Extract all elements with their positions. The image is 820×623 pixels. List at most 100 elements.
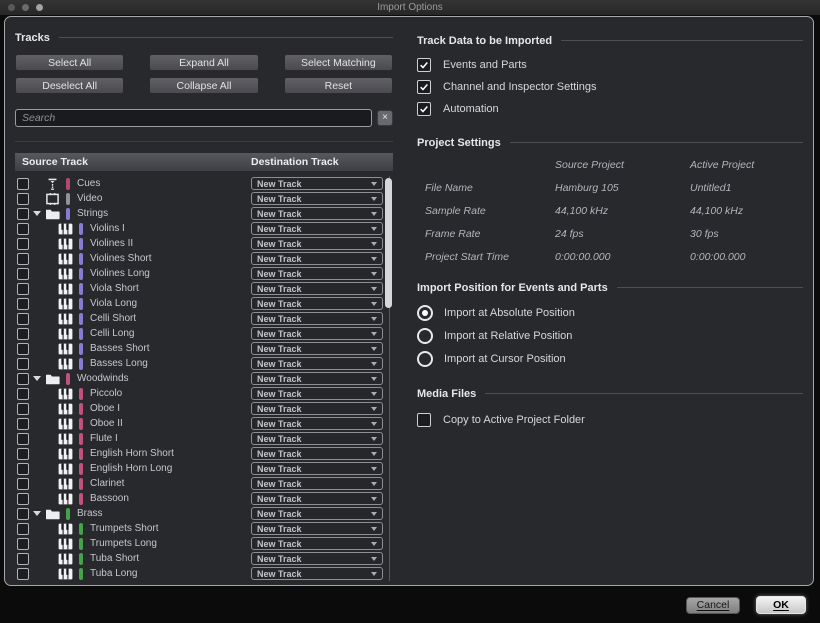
track-row-trumpets-short[interactable]: Trumpets ShortNew Track (15, 521, 393, 536)
track-checkbox[interactable] (17, 178, 29, 190)
destination-track-dropdown[interactable]: New Track (251, 372, 383, 385)
track-checkbox[interactable] (17, 508, 29, 520)
track-checkbox[interactable] (17, 478, 29, 490)
track-row-violines-long[interactable]: Violines LongNew Track (15, 266, 393, 281)
track-row-bassoon[interactable]: BassoonNew Track (15, 491, 393, 506)
select-all-button[interactable]: Select All (15, 54, 124, 71)
destination-track-dropdown[interactable]: New Track (251, 447, 383, 460)
track-checkbox[interactable] (17, 208, 29, 220)
collapse-all-button[interactable]: Collapse All (149, 77, 258, 94)
ok-button[interactable]: OK (756, 596, 806, 614)
window-minimize-button[interactable] (22, 4, 29, 11)
copy-to-active-project-folder-checkbox[interactable] (417, 413, 431, 427)
destination-track-dropdown[interactable]: New Track (251, 417, 383, 430)
track-row-celli-long[interactable]: Celli LongNew Track (15, 326, 393, 341)
track-checkbox[interactable] (17, 523, 29, 535)
automation-checkbox[interactable] (417, 102, 431, 116)
track-checkbox[interactable] (17, 463, 29, 475)
destination-track-dropdown[interactable]: New Track (251, 492, 383, 505)
import-at-relative-position-radio[interactable] (417, 328, 433, 344)
track-row-viola-long[interactable]: Viola LongNew Track (15, 296, 393, 311)
track-checkbox[interactable] (17, 433, 29, 445)
channel-and-inspector-settings-checkbox[interactable] (417, 80, 431, 94)
destination-track-dropdown[interactable]: New Track (251, 342, 383, 355)
window-zoom-button[interactable] (36, 4, 43, 11)
track-row-violins-i[interactable]: Violins INew Track (15, 221, 393, 236)
events-and-parts-checkbox[interactable] (417, 58, 431, 72)
track-row-cues[interactable]: CuesNew Track (15, 176, 393, 191)
track-checkbox[interactable] (17, 373, 29, 385)
destination-track-dropdown[interactable]: New Track (251, 267, 383, 280)
reset-button[interactable]: Reset (284, 77, 393, 94)
chevron-down-icon[interactable] (33, 211, 41, 216)
destination-track-dropdown[interactable]: New Track (251, 387, 383, 400)
import-at-cursor-position-radio[interactable] (417, 351, 433, 367)
track-row-flute-i[interactable]: Flute INew Track (15, 431, 393, 446)
track-row-strings[interactable]: StringsNew Track (15, 206, 393, 221)
track-checkbox[interactable] (17, 223, 29, 235)
track-checkbox[interactable] (17, 313, 29, 325)
track-checkbox[interactable] (17, 493, 29, 505)
cancel-button[interactable]: Cancel (686, 597, 740, 614)
track-row-tuba-long[interactable]: Tuba LongNew Track (15, 566, 393, 581)
track-row-piccolo[interactable]: PiccoloNew Track (15, 386, 393, 401)
track-checkbox[interactable] (17, 283, 29, 295)
track-row-viola-short[interactable]: Viola ShortNew Track (15, 281, 393, 296)
track-row-woodwinds[interactable]: WoodwindsNew Track (15, 371, 393, 386)
destination-track-dropdown[interactable]: New Track (251, 462, 383, 475)
track-checkbox[interactable] (17, 193, 29, 205)
destination-track-dropdown[interactable]: New Track (251, 252, 383, 265)
track-checkbox[interactable] (17, 403, 29, 415)
track-row-oboe-ii[interactable]: Oboe IINew Track (15, 416, 393, 431)
track-checkbox[interactable] (17, 253, 29, 265)
track-checkbox[interactable] (17, 538, 29, 550)
destination-track-dropdown[interactable]: New Track (251, 567, 383, 580)
track-row-tuba-short[interactable]: Tuba ShortNew Track (15, 551, 393, 566)
track-checkbox[interactable] (17, 358, 29, 370)
track-checkbox[interactable] (17, 343, 29, 355)
destination-track-dropdown[interactable]: New Track (251, 402, 383, 415)
select-matching-button[interactable]: Select Matching (284, 54, 393, 71)
track-row-oboe-i[interactable]: Oboe INew Track (15, 401, 393, 416)
track-checkbox[interactable] (17, 238, 29, 250)
deselect-all-button[interactable]: Deselect All (15, 77, 124, 94)
track-row-celli-short[interactable]: Celli ShortNew Track (15, 311, 393, 326)
track-checkbox[interactable] (17, 328, 29, 340)
track-row-basses-long[interactable]: Basses LongNew Track (15, 356, 393, 371)
chevron-down-icon[interactable] (33, 511, 41, 516)
track-checkbox[interactable] (17, 418, 29, 430)
destination-track-dropdown[interactable]: New Track (251, 507, 383, 520)
track-row-english-horn-long[interactable]: English Horn LongNew Track (15, 461, 393, 476)
track-row-video[interactable]: VideoNew Track (15, 191, 393, 206)
destination-track-dropdown[interactable]: New Track (251, 522, 383, 535)
destination-track-dropdown[interactable]: New Track (251, 537, 383, 550)
destination-track-dropdown[interactable]: New Track (251, 312, 383, 325)
destination-track-dropdown[interactable]: New Track (251, 432, 383, 445)
chevron-down-icon[interactable] (33, 376, 41, 381)
track-checkbox[interactable] (17, 268, 29, 280)
import-at-absolute-position-radio[interactable] (417, 305, 433, 321)
destination-track-dropdown[interactable]: New Track (251, 552, 383, 565)
track-row-violines-ii[interactable]: Violines IINew Track (15, 236, 393, 251)
track-row-trumpets-long[interactable]: Trumpets LongNew Track (15, 536, 393, 551)
destination-track-dropdown[interactable]: New Track (251, 357, 383, 370)
destination-track-dropdown[interactable]: New Track (251, 297, 383, 310)
destination-track-dropdown[interactable]: New Track (251, 207, 383, 220)
destination-track-dropdown[interactable]: New Track (251, 222, 383, 235)
window-close-button[interactable] (8, 4, 15, 11)
track-checkbox[interactable] (17, 553, 29, 565)
destination-track-dropdown[interactable]: New Track (251, 477, 383, 490)
destination-track-dropdown[interactable]: New Track (251, 192, 383, 205)
track-row-clarinet[interactable]: ClarinetNew Track (15, 476, 393, 491)
destination-track-dropdown[interactable]: New Track (251, 282, 383, 295)
destination-track-dropdown[interactable]: New Track (251, 327, 383, 340)
expand-all-button[interactable]: Expand All (149, 54, 258, 71)
destination-track-dropdown[interactable]: New Track (251, 177, 383, 190)
track-checkbox[interactable] (17, 568, 29, 580)
search-input[interactable] (15, 109, 372, 127)
track-checkbox[interactable] (17, 298, 29, 310)
track-checkbox[interactable] (17, 448, 29, 460)
track-checkbox[interactable] (17, 388, 29, 400)
track-row-brass[interactable]: BrassNew Track (15, 506, 393, 521)
track-row-basses-short[interactable]: Basses ShortNew Track (15, 341, 393, 356)
